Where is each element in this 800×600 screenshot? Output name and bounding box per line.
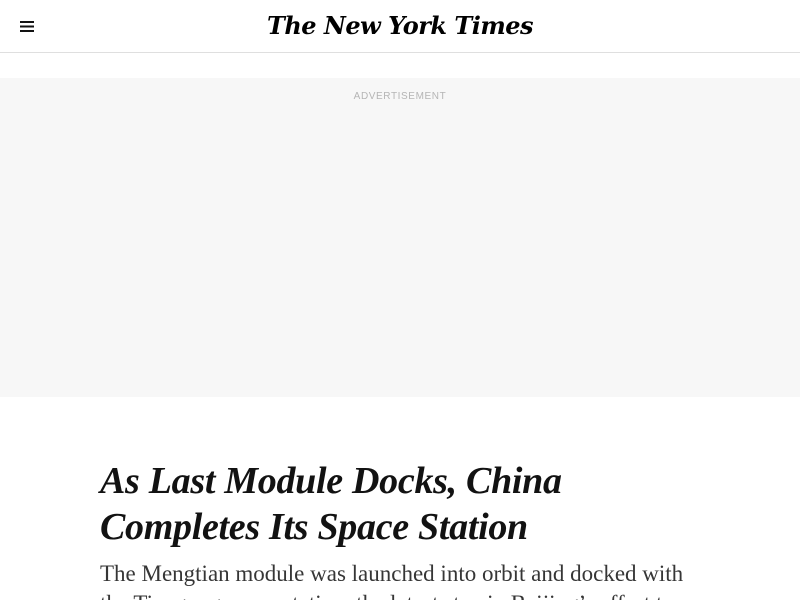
article-summary: The Mengtian module was launched into or… bbox=[100, 561, 684, 600]
nyt-logo[interactable]: The New York Times bbox=[0, 10, 800, 42]
advertisement-slot: ADVERTISEMENT bbox=[0, 78, 800, 397]
article-headline: As Last Module Docks, China Completes It… bbox=[100, 460, 562, 548]
advertisement-label: ADVERTISEMENT bbox=[353, 91, 447, 102]
masthead: The New York Times bbox=[0, 0, 800, 53]
article-header: As Last Module Docks, China Completes It… bbox=[100, 458, 700, 600]
